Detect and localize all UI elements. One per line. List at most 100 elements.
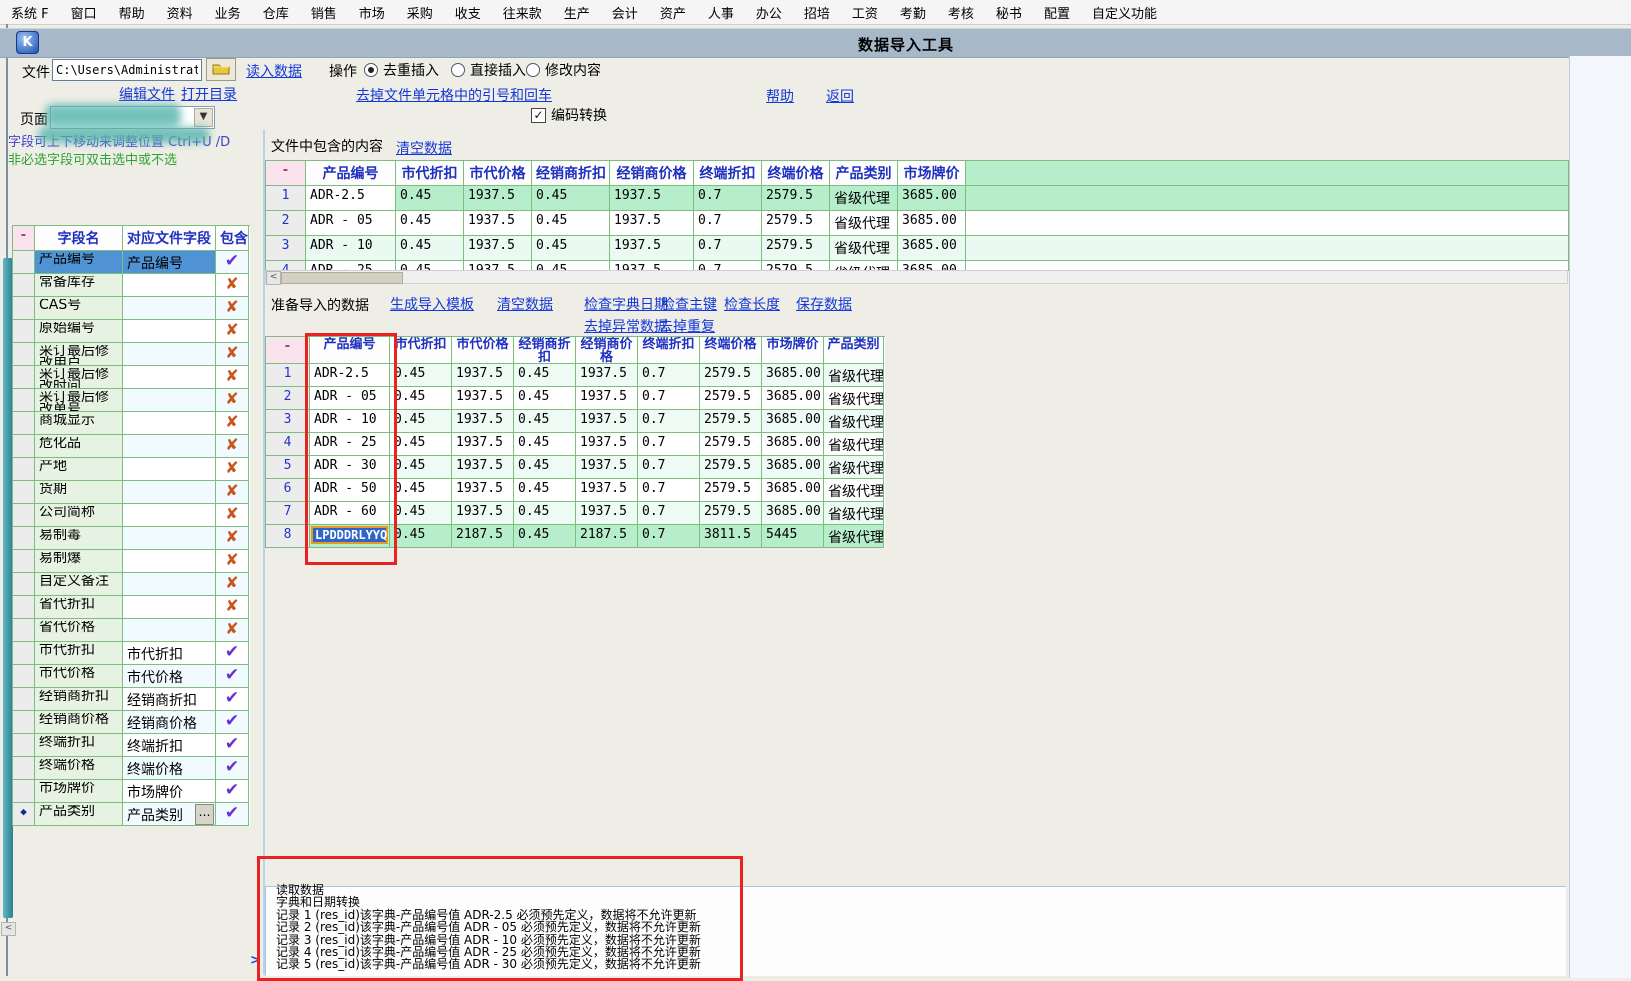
cell-value[interactable]: 3811.5 (700, 525, 762, 548)
column-header[interactable]: - (13, 226, 35, 251)
cell-value[interactable]: 0.7 (638, 433, 700, 456)
column-header[interactable]: 终端价格 (762, 161, 830, 186)
cell-value[interactable]: 0.7 (638, 502, 700, 525)
mapped-field-cell[interactable]: 市场牌价 (123, 780, 216, 803)
row-number[interactable]: 1 (266, 186, 306, 211)
mapped-field-cell[interactable] (123, 550, 216, 573)
cell-value[interactable]: 省级代理 (824, 479, 884, 502)
column-header[interactable]: 产品编号 (310, 337, 390, 364)
cell-value[interactable]: 1937.5 (610, 186, 694, 211)
cell-value[interactable]: 0.45 (532, 236, 610, 261)
cell-product-code[interactable]: LPDDDRLYYQ (310, 525, 390, 548)
action-link[interactable]: 检查长度 (724, 294, 780, 314)
field-name-cell[interactable]: 公司简称 (35, 504, 123, 527)
encoding-checkbox[interactable]: ✓ 编码转换 (531, 105, 607, 125)
included-check-icon[interactable]: ✔ (220, 667, 244, 684)
cell-value[interactable]: 0.45 (390, 410, 452, 433)
cell-value[interactable]: 3685.00 (898, 211, 966, 236)
cell-value[interactable]: 0.7 (638, 387, 700, 410)
column-header[interactable]: 包含 (216, 226, 249, 251)
row-marker[interactable] (13, 527, 35, 550)
clear-file-data-link[interactable]: 清空数据 (396, 138, 452, 158)
cell-product-code[interactable]: ADR - 10 (310, 410, 390, 433)
include-cell[interactable]: ✘ (216, 573, 249, 596)
cell-value[interactable]: 1937.5 (464, 236, 532, 261)
page-select[interactable]: ▼ (50, 106, 215, 129)
field-name-cell[interactable]: 省代价格 (35, 619, 123, 642)
cell-value[interactable]: 0.7 (638, 479, 700, 502)
row-number[interactable]: 8 (266, 525, 310, 548)
included-check-icon[interactable]: ✔ (220, 690, 244, 707)
menu-item[interactable]: 销售 (300, 1, 348, 24)
menu-item[interactable]: 仓库 (252, 1, 300, 24)
cell-value[interactable]: 3685.00 (762, 479, 824, 502)
cell-value[interactable]: 1937.5 (576, 364, 638, 387)
cell-product-code[interactable]: ADR - 05 (310, 387, 390, 410)
include-cell[interactable]: ✘ (216, 619, 249, 642)
cell-product-code[interactable]: ADR - 30 (310, 456, 390, 479)
field-name-cell[interactable]: 经销商价格 (35, 711, 123, 734)
row-marker[interactable] (13, 274, 35, 297)
cell-value[interactable]: 1937.5 (452, 479, 514, 502)
menu-item[interactable]: 办公 (745, 1, 793, 24)
column-header[interactable]: 市场牌价 (898, 161, 966, 186)
cell-value[interactable]: 0.7 (638, 364, 700, 387)
column-header[interactable]: 经销商折扣 (532, 161, 610, 186)
chevron-down-icon[interactable]: ▼ (194, 108, 213, 127)
cell-value[interactable]: 3685.00 (762, 364, 824, 387)
cell-value[interactable]: 1937.5 (576, 410, 638, 433)
include-cell[interactable]: ✘ (216, 481, 249, 504)
excluded-cross-icon[interactable]: ✘ (220, 460, 244, 476)
cell-product-code[interactable]: ADR-2.5 (310, 364, 390, 387)
cell-value[interactable]: 2579.5 (700, 364, 762, 387)
include-cell[interactable]: ✔ (216, 734, 249, 757)
cell-value[interactable]: 0.45 (390, 387, 452, 410)
row-marker[interactable] (13, 320, 35, 343)
menu-item[interactable]: 收支 (444, 1, 492, 24)
row-number[interactable]: 3 (266, 410, 310, 433)
strip-quotes-link[interactable]: 去掉文件单元格中的引号和回车 (356, 85, 552, 105)
field-name-cell[interactable]: 终端折扣 (35, 734, 123, 757)
row-number[interactable]: 6 (266, 479, 310, 502)
include-cell[interactable]: ✘ (216, 550, 249, 573)
column-header[interactable]: 经销商价格 (610, 161, 694, 186)
cell-value[interactable]: 0.45 (514, 479, 576, 502)
column-header[interactable]: 市代价格 (452, 337, 514, 364)
menu-item[interactable]: 人事 (697, 1, 745, 24)
row-marker[interactable] (13, 481, 35, 504)
cell-product-code[interactable]: ADR - 10 (306, 236, 396, 261)
mapped-field-cell[interactable] (123, 389, 216, 412)
field-name-cell[interactable]: 危化品 (35, 435, 123, 458)
row-marker[interactable] (13, 297, 35, 320)
action-link[interactable]: 保存数据 (796, 294, 852, 314)
cell-value[interactable]: 省级代理 (830, 211, 898, 236)
excluded-cross-icon[interactable]: ✘ (220, 414, 244, 430)
cell-value[interactable]: 1937.5 (464, 186, 532, 211)
cell-value[interactable]: 2579.5 (700, 456, 762, 479)
field-name-cell[interactable]: 常备库存 (35, 274, 123, 297)
mapped-field-cell[interactable]: 产品类别… (123, 803, 216, 826)
cell-value[interactable]: 1937.5 (452, 387, 514, 410)
include-cell[interactable]: ✔ (216, 665, 249, 688)
cell-value[interactable]: 0.45 (396, 236, 464, 261)
cell-value[interactable]: 0.45 (396, 186, 464, 211)
cell-product-code[interactable]: ADR-2.5 (306, 186, 396, 211)
field-name-cell[interactable]: 商城显示 (35, 412, 123, 435)
row-marker[interactable] (13, 642, 35, 665)
cell-value[interactable]: 0.45 (396, 211, 464, 236)
cell-value[interactable]: 省级代理 (824, 502, 884, 525)
include-cell[interactable]: ✘ (216, 389, 249, 412)
field-name-cell[interactable]: 产品编号 (35, 251, 123, 274)
help-link[interactable]: 帮助 (766, 86, 794, 106)
menu-item[interactable]: 配置 (1033, 1, 1081, 24)
field-name-cell[interactable]: 货期 (35, 481, 123, 504)
mapped-field-cell[interactable] (123, 481, 216, 504)
scrollbar-thumb[interactable] (281, 272, 403, 284)
cell-value[interactable]: 1937.5 (576, 479, 638, 502)
menu-item[interactable]: 往来款 (492, 1, 553, 24)
excluded-cross-icon[interactable]: ✘ (220, 391, 244, 407)
cell-value[interactable]: 1937.5 (452, 410, 514, 433)
menu-item[interactable]: 会计 (601, 1, 649, 24)
cell-value[interactable]: 省级代理 (830, 236, 898, 261)
row-marker[interactable] (13, 412, 35, 435)
